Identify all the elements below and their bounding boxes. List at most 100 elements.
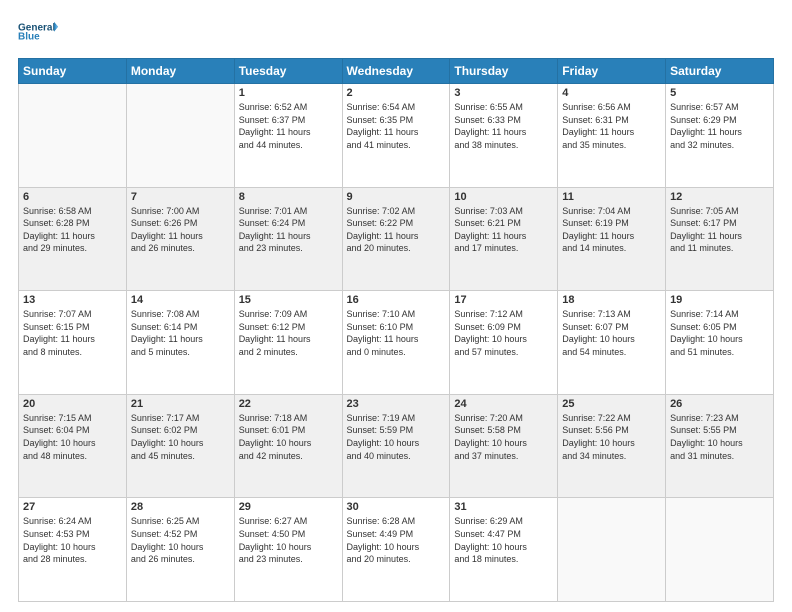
day-number: 10 xyxy=(454,191,553,203)
day-info: Sunrise: 6:58 AM Sunset: 6:28 PM Dayligh… xyxy=(23,205,122,255)
day-info: Sunrise: 7:17 AM Sunset: 6:02 PM Dayligh… xyxy=(131,412,230,462)
calendar-cell: 3 Sunrise: 6:55 AM Sunset: 6:33 PM Daylig… xyxy=(450,84,558,188)
calendar-cell: 10 Sunrise: 7:03 AM Sunset: 6:21 PM Dayli… xyxy=(450,187,558,291)
calendar-cell: 5 Sunrise: 6:57 AM Sunset: 6:29 PM Daylig… xyxy=(666,84,774,188)
day-info: Sunrise: 7:04 AM Sunset: 6:19 PM Dayligh… xyxy=(562,205,661,255)
calendar-cell: 31 Sunrise: 6:29 AM Sunset: 4:47 PM Dayli… xyxy=(450,498,558,602)
calendar-cell: 28Sunrise: 6:25 AM Sunset: 4:52 PM Dayli… xyxy=(126,498,234,602)
day-info: Sunrise: 7:22 AM Sunset: 5:56 PM Dayligh… xyxy=(562,412,661,462)
day-number: 19 xyxy=(670,294,769,306)
day-info: Sunrise: 7:20 AM Sunset: 5:58 PM Dayligh… xyxy=(454,412,553,462)
calendar-cell: 22 Sunrise: 7:18 AM Sunset: 6:01 PM Dayli… xyxy=(234,394,342,498)
weekday-tuesday: Tuesday xyxy=(234,59,342,84)
day-number: 15 xyxy=(239,294,338,306)
day-info: Sunrise: 6:29 AM Sunset: 4:47 PM Dayligh… xyxy=(454,515,553,565)
day-number: 30 xyxy=(347,501,446,513)
day-number: 27 xyxy=(23,501,122,513)
day-info: Sunrise: 7:02 AM Sunset: 6:22 PM Dayligh… xyxy=(347,205,446,255)
logo: General Blue xyxy=(18,18,58,48)
week-row-1: 1 Sunrise: 6:52 AM Sunset: 6:37 PM Daylig… xyxy=(19,84,774,188)
calendar-cell: 12Sunrise: 7:05 AM Sunset: 6:17 PM Dayli… xyxy=(666,187,774,291)
day-number: 8 xyxy=(239,191,338,203)
calendar-cell: 1 Sunrise: 6:52 AM Sunset: 6:37 PM Daylig… xyxy=(234,84,342,188)
logo-svg: General Blue xyxy=(18,18,58,48)
calendar-cell: 24 Sunrise: 7:20 AM Sunset: 5:58 PM Dayli… xyxy=(450,394,558,498)
weekday-monday: Monday xyxy=(126,59,234,84)
calendar-cell: 2 Sunrise: 6:54 AM Sunset: 6:35 PM Daylig… xyxy=(342,84,450,188)
week-row-2: 6 Sunrise: 6:58 AM Sunset: 6:28 PM Daylig… xyxy=(19,187,774,291)
weekday-sunday: Sunday xyxy=(19,59,127,84)
day-info: Sunrise: 7:19 AM Sunset: 5:59 PM Dayligh… xyxy=(347,412,446,462)
day-number: 18 xyxy=(562,294,661,306)
day-info: Sunrise: 7:14 AM Sunset: 6:05 PM Dayligh… xyxy=(670,308,769,358)
day-info: Sunrise: 6:55 AM Sunset: 6:33 PM Dayligh… xyxy=(454,101,553,151)
day-number: 31 xyxy=(454,501,553,513)
day-info: Sunrise: 7:23 AM Sunset: 5:55 PM Dayligh… xyxy=(670,412,769,462)
day-number: 13 xyxy=(23,294,122,306)
day-number: 26 xyxy=(670,398,769,410)
calendar-cell xyxy=(126,84,234,188)
day-info: Sunrise: 7:01 AM Sunset: 6:24 PM Dayligh… xyxy=(239,205,338,255)
day-number: 1 xyxy=(239,87,338,99)
day-info: Sunrise: 6:57 AM Sunset: 6:29 PM Dayligh… xyxy=(670,101,769,151)
day-info: Sunrise: 7:09 AM Sunset: 6:12 PM Dayligh… xyxy=(239,308,338,358)
weekday-wednesday: Wednesday xyxy=(342,59,450,84)
week-row-3: 13 Sunrise: 7:07 AM Sunset: 6:15 PM Dayli… xyxy=(19,291,774,395)
weekday-header-row: SundayMondayTuesdayWednesdayThursdayFrid… xyxy=(19,59,774,84)
calendar-cell: 9 Sunrise: 7:02 AM Sunset: 6:22 PM Daylig… xyxy=(342,187,450,291)
calendar-cell: 29Sunrise: 6:27 AM Sunset: 4:50 PM Dayli… xyxy=(234,498,342,602)
day-number: 16 xyxy=(347,294,446,306)
calendar-cell: 15 Sunrise: 7:09 AM Sunset: 6:12 PM Dayli… xyxy=(234,291,342,395)
weekday-thursday: Thursday xyxy=(450,59,558,84)
day-info: Sunrise: 7:07 AM Sunset: 6:15 PM Dayligh… xyxy=(23,308,122,358)
weekday-saturday: Saturday xyxy=(666,59,774,84)
calendar-cell xyxy=(558,498,666,602)
day-number: 25 xyxy=(562,398,661,410)
day-number: 21 xyxy=(131,398,230,410)
calendar-cell: 21 Sunrise: 7:17 AM Sunset: 6:02 PM Dayli… xyxy=(126,394,234,498)
day-info: Sunrise: 7:03 AM Sunset: 6:21 PM Dayligh… xyxy=(454,205,553,255)
day-info: Sunrise: 7:13 AM Sunset: 6:07 PM Dayligh… xyxy=(562,308,661,358)
day-info: Sunrise: 7:00 AM Sunset: 6:26 PM Dayligh… xyxy=(131,205,230,255)
week-row-4: 20Sunrise: 7:15 AM Sunset: 6:04 PM Dayli… xyxy=(19,394,774,498)
calendar-cell: 27 Sunrise: 6:24 AM Sunset: 4:53 PM Dayli… xyxy=(19,498,127,602)
day-info: Sunrise: 6:25 AM Sunset: 4:52 PM Dayligh… xyxy=(131,515,230,565)
day-number: 24 xyxy=(454,398,553,410)
day-info: Sunrise: 6:56 AM Sunset: 6:31 PM Dayligh… xyxy=(562,101,661,151)
day-info: Sunrise: 7:05 AM Sunset: 6:17 PM Dayligh… xyxy=(670,205,769,255)
calendar-cell xyxy=(666,498,774,602)
calendar-cell: 26 Sunrise: 7:23 AM Sunset: 5:55 PM Dayli… xyxy=(666,394,774,498)
calendar-cell: 19 Sunrise: 7:14 AM Sunset: 6:05 PM Dayli… xyxy=(666,291,774,395)
day-number: 4 xyxy=(562,87,661,99)
calendar-cell: 20Sunrise: 7:15 AM Sunset: 6:04 PM Dayli… xyxy=(19,394,127,498)
day-info: Sunrise: 6:24 AM Sunset: 4:53 PM Dayligh… xyxy=(23,515,122,565)
day-number: 29 xyxy=(239,501,338,513)
header: General Blue xyxy=(18,18,774,48)
day-number: 2 xyxy=(347,87,446,99)
calendar-cell: 8 Sunrise: 7:01 AM Sunset: 6:24 PM Daylig… xyxy=(234,187,342,291)
day-info: Sunrise: 7:08 AM Sunset: 6:14 PM Dayligh… xyxy=(131,308,230,358)
day-number: 6 xyxy=(23,191,122,203)
day-number: 7 xyxy=(131,191,230,203)
page: General Blue SundayMondayTuesdayWednesda… xyxy=(0,0,792,612)
day-number: 22 xyxy=(239,398,338,410)
week-row-5: 27 Sunrise: 6:24 AM Sunset: 4:53 PM Dayli… xyxy=(19,498,774,602)
calendar-table: SundayMondayTuesdayWednesdayThursdayFrid… xyxy=(18,58,774,602)
day-number: 5 xyxy=(670,87,769,99)
day-info: Sunrise: 7:18 AM Sunset: 6:01 PM Dayligh… xyxy=(239,412,338,462)
day-info: Sunrise: 6:52 AM Sunset: 6:37 PM Dayligh… xyxy=(239,101,338,151)
calendar-cell: 16 Sunrise: 7:10 AM Sunset: 6:10 PM Dayli… xyxy=(342,291,450,395)
day-number: 3 xyxy=(454,87,553,99)
weekday-friday: Friday xyxy=(558,59,666,84)
day-info: Sunrise: 6:54 AM Sunset: 6:35 PM Dayligh… xyxy=(347,101,446,151)
day-info: Sunrise: 7:10 AM Sunset: 6:10 PM Dayligh… xyxy=(347,308,446,358)
day-number: 23 xyxy=(347,398,446,410)
calendar-cell: 6 Sunrise: 6:58 AM Sunset: 6:28 PM Daylig… xyxy=(19,187,127,291)
calendar-cell: 4 Sunrise: 6:56 AM Sunset: 6:31 PM Daylig… xyxy=(558,84,666,188)
calendar-cell: 14 Sunrise: 7:08 AM Sunset: 6:14 PM Dayli… xyxy=(126,291,234,395)
day-number: 9 xyxy=(347,191,446,203)
calendar-cell: 7 Sunrise: 7:00 AM Sunset: 6:26 PM Daylig… xyxy=(126,187,234,291)
calendar-cell: 13 Sunrise: 7:07 AM Sunset: 6:15 PM Dayli… xyxy=(19,291,127,395)
day-number: 14 xyxy=(131,294,230,306)
calendar-cell: 23 Sunrise: 7:19 AM Sunset: 5:59 PM Dayli… xyxy=(342,394,450,498)
